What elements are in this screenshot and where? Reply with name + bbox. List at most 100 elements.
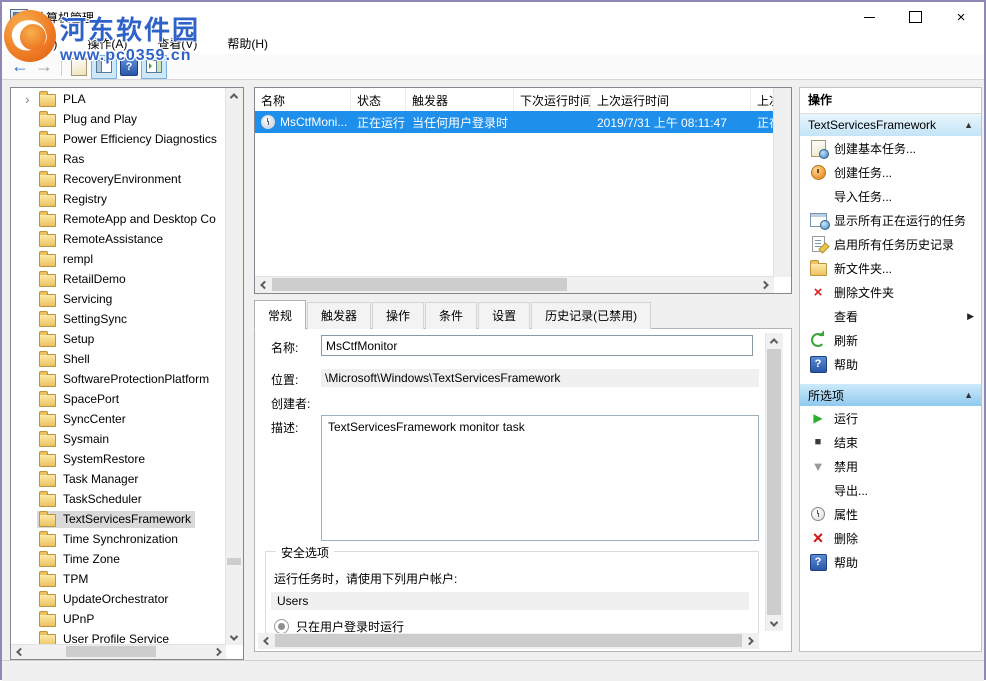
tree-horizontal-scrollbar[interactable] <box>11 644 226 659</box>
action-item[interactable]: 属性 <box>800 502 981 526</box>
tree-item[interactable]: RemoteAssistance <box>11 229 226 249</box>
scroll-thumb[interactable] <box>767 349 781 615</box>
menu-item[interactable]: 文件(F) <box>8 32 67 55</box>
scroll-thumb[interactable] <box>272 278 567 291</box>
action-item[interactable]: ×删除 <box>800 526 981 550</box>
details-horizontal-scrollbar[interactable] <box>258 633 759 649</box>
scroll-left-button[interactable] <box>258 633 274 648</box>
task-row[interactable]: MsCtfMoni...正在运行当任何用户登录时2019/7/31 上午 08:… <box>255 111 774 133</box>
actions-section-header[interactable]: 所选项▲ <box>800 384 981 406</box>
tree-item[interactable]: SystemRestore <box>11 449 226 469</box>
action-item[interactable]: 刷新 <box>800 328 981 352</box>
column-header[interactable]: 名称 <box>255 88 351 111</box>
collapse-icon[interactable]: ▲ <box>964 390 973 400</box>
list-vertical-scrollbar[interactable] <box>773 88 791 277</box>
action-item[interactable]: ?帮助 <box>800 550 981 574</box>
action-item[interactable]: ?帮助 <box>800 352 981 376</box>
tree-item[interactable]: TaskScheduler <box>11 489 226 509</box>
tree-item[interactable]: Servicing <box>11 289 226 309</box>
tree-item[interactable]: RemoteApp and Desktop Co <box>11 209 226 229</box>
tree-item[interactable]: Plug and Play <box>11 109 226 129</box>
tree-item[interactable]: User Profile Service <box>11 629 226 645</box>
tree-item[interactable]: ›PLA <box>11 89 226 109</box>
console-tree-toggle-button[interactable] <box>91 55 117 79</box>
scroll-down-button[interactable] <box>226 630 242 645</box>
action-item[interactable]: ▼禁用 <box>800 454 981 478</box>
tree-item[interactable]: Ras <box>11 149 226 169</box>
scroll-thumb[interactable] <box>275 634 742 647</box>
action-item[interactable]: 显示所有正在运行的任务 <box>800 208 981 232</box>
tree-item[interactable]: rempl <box>11 249 226 269</box>
tree-item[interactable]: SoftwareProtectionPlatform <box>11 369 226 389</box>
menu-item[interactable]: 操作(A) <box>77 32 137 55</box>
description-box[interactable]: TextServicesFramework monitor task <box>321 415 759 541</box>
actions-section-header[interactable]: TextServicesFramework▲ <box>800 114 981 136</box>
export-list-button[interactable] <box>67 56 91 78</box>
scroll-right-button[interactable] <box>758 277 774 292</box>
tree-item[interactable]: Time Synchronization <box>11 529 226 549</box>
action-item[interactable]: ×删除文件夹 <box>800 280 981 304</box>
action-pane-toggle-button[interactable] <box>141 55 167 79</box>
action-item[interactable]: 新文件夹... <box>800 256 981 280</box>
tree-item[interactable]: SyncCenter <box>11 409 226 429</box>
scroll-thumb[interactable] <box>227 558 241 565</box>
scroll-right-button[interactable] <box>211 645 226 658</box>
back-button[interactable]: ← <box>8 56 32 78</box>
tree-item[interactable]: Registry <box>11 189 226 209</box>
tree-item[interactable]: Power Efficiency Diagnostics <box>11 129 226 149</box>
action-item[interactable]: 导出... <box>800 478 981 502</box>
help-button[interactable]: ? <box>117 56 141 78</box>
column-header[interactable]: 上次 <box>751 88 774 111</box>
tree-item[interactable]: Setup <box>11 329 226 349</box>
tab-active[interactable]: 常规 <box>254 300 306 330</box>
tree-item[interactable]: UPnP <box>11 609 226 629</box>
maximize-button[interactable] <box>892 2 938 32</box>
chevron-right-icon[interactable]: › <box>25 91 37 107</box>
tree-item[interactable]: RecoveryEnvironment <box>11 169 226 189</box>
scroll-thumb[interactable] <box>66 646 156 657</box>
forward-button[interactable]: → <box>32 56 56 78</box>
action-item[interactable]: 导入任务... <box>800 184 981 208</box>
tab-item[interactable]: 设置 <box>478 302 530 329</box>
close-button[interactable]: × <box>938 2 984 32</box>
action-item[interactable]: ▶运行 <box>800 406 981 430</box>
tab-item[interactable]: 操作 <box>372 302 424 329</box>
scroll-up-button[interactable] <box>766 333 782 348</box>
tab-item[interactable]: 条件 <box>425 302 477 329</box>
tree-item[interactable]: UpdateOrchestrator <box>11 589 226 609</box>
column-header[interactable]: 上次运行时间 <box>591 88 751 111</box>
radio-selected-icon[interactable] <box>274 619 289 634</box>
tab-item[interactable]: 历史记录(已禁用) <box>531 302 651 329</box>
tree-item[interactable]: Sysmain <box>11 429 226 449</box>
action-item[interactable]: 创建基本任务... <box>800 136 981 160</box>
tab-item[interactable]: 触发器 <box>307 302 371 329</box>
tree-item[interactable]: SpacePort <box>11 389 226 409</box>
action-item[interactable]: 创建任务... <box>800 160 981 184</box>
tree-item[interactable]: TextServicesFramework <box>11 509 226 529</box>
scroll-right-button[interactable] <box>743 633 759 648</box>
task-name-input[interactable] <box>321 335 753 356</box>
action-item[interactable]: 查看▶ <box>800 304 981 328</box>
tree-item[interactable]: Time Zone <box>11 549 226 569</box>
scroll-left-button[interactable] <box>11 645 26 658</box>
scroll-down-button[interactable] <box>766 616 782 631</box>
action-item[interactable]: 启用所有任务历史记录 <box>800 232 981 256</box>
scroll-up-button[interactable] <box>226 88 242 103</box>
menu-item[interactable]: 查看(V) <box>147 32 207 55</box>
tree-vertical-scrollbar[interactable] <box>225 88 243 645</box>
column-header[interactable]: 状态 <box>351 88 406 111</box>
column-header[interactable]: 下次运行时间 <box>514 88 591 111</box>
action-item[interactable]: ■结束 <box>800 430 981 454</box>
tree-item[interactable]: SettingSync <box>11 309 226 329</box>
column-header[interactable]: 触发器 <box>406 88 514 111</box>
tree-item[interactable]: Shell <box>11 349 226 369</box>
scroll-left-button[interactable] <box>255 277 271 292</box>
tree-item[interactable]: RetailDemo <box>11 269 226 289</box>
details-vertical-scrollbar[interactable] <box>765 333 783 631</box>
minimize-button[interactable] <box>846 2 892 32</box>
tree-item[interactable]: Task Manager <box>11 469 226 489</box>
collapse-icon[interactable]: ▲ <box>964 120 973 130</box>
tree-item[interactable]: TPM <box>11 569 226 589</box>
menu-item[interactable]: 帮助(H) <box>217 32 278 55</box>
list-horizontal-scrollbar[interactable] <box>255 276 774 293</box>
